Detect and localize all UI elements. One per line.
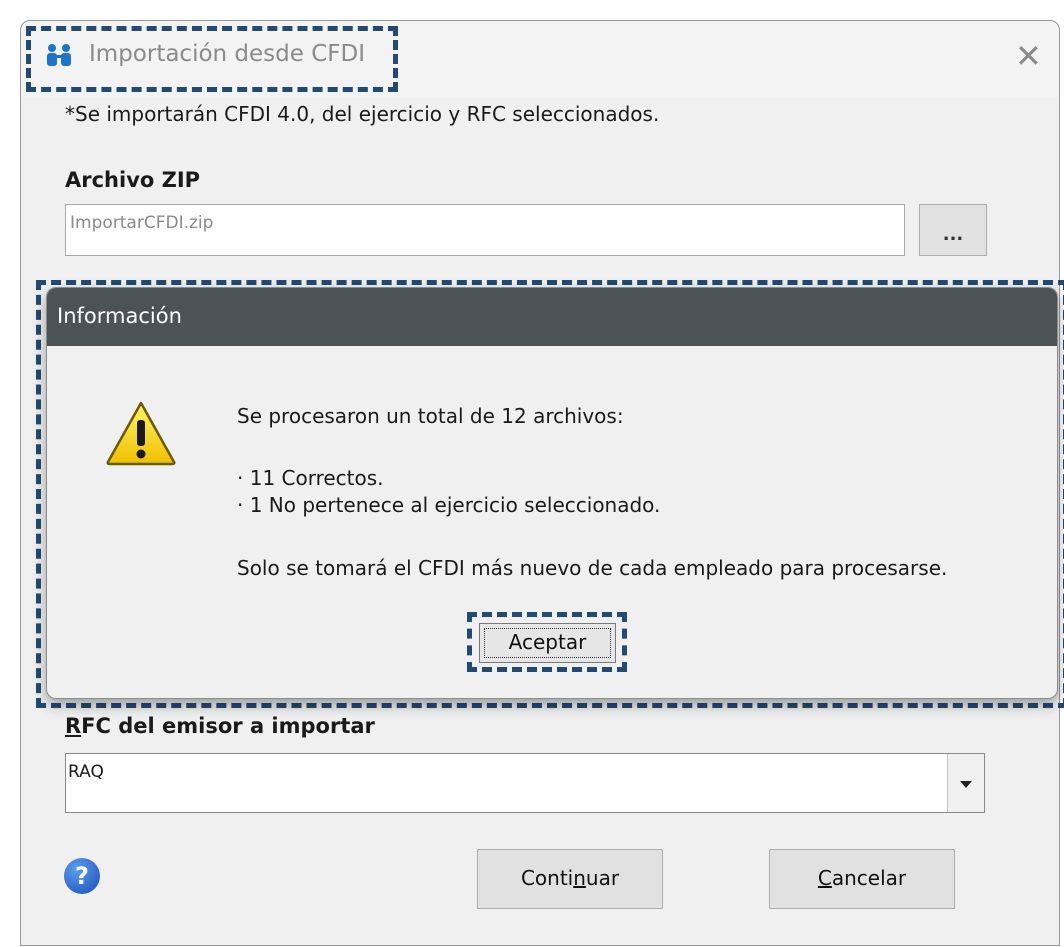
chevron-down-icon bbox=[960, 781, 972, 788]
accept-button[interactable]: Aceptar bbox=[479, 623, 616, 663]
rfc-label: RFC del emisor a importar bbox=[65, 714, 375, 738]
rfc-select[interactable]: RAQ bbox=[65, 753, 985, 813]
continue-label-post: uar bbox=[585, 866, 620, 890]
info-message-total: Se procesaron un total de 12 archivos: bbox=[237, 404, 624, 428]
warning-icon bbox=[106, 401, 176, 466]
info-dialog-titlebar: Información bbox=[47, 288, 1057, 346]
zip-file-input[interactable]: ImportarCFDI.zip bbox=[65, 204, 905, 256]
close-button[interactable]: ✕ bbox=[1015, 39, 1042, 73]
rfc-label-text: FC del emisor a importar bbox=[81, 714, 375, 738]
zip-file-label: Archivo ZIP bbox=[65, 168, 201, 192]
help-icon[interactable]: ? bbox=[64, 858, 100, 894]
info-message-other-year: · 1 No pertenece al ejercicio selecciona… bbox=[237, 493, 661, 517]
info-message-note: Solo se tomará el CFDI más nuevo de cada… bbox=[237, 556, 948, 580]
focus-ring bbox=[484, 628, 611, 658]
info-dialog-title: Información bbox=[57, 304, 182, 328]
info-dialog: Información Se procesaron un total de 12… bbox=[46, 287, 1058, 699]
cancel-label-accel: C bbox=[817, 866, 832, 890]
rfc-dropdown-button[interactable] bbox=[947, 754, 984, 812]
continue-button[interactable]: Continuar bbox=[477, 849, 663, 909]
import-note: *Se importarán CFDI 4.0, del ejercicio y… bbox=[65, 102, 660, 126]
rfc-select-value: RAQ bbox=[68, 762, 104, 782]
browse-button[interactable]: ... bbox=[919, 204, 987, 256]
continue-label-pre: Conti bbox=[520, 866, 574, 890]
window-titlebar: Importación desde CFDI ✕ bbox=[21, 21, 1059, 97]
rfc-label-accel: R bbox=[65, 714, 82, 738]
cancel-button[interactable]: Cancelar bbox=[769, 849, 955, 909]
window-title: Importación desde CFDI bbox=[89, 41, 365, 67]
continue-label-accel: n bbox=[573, 866, 586, 890]
info-message-correct: · 11 Correctos. bbox=[237, 466, 384, 490]
people-icon bbox=[47, 44, 71, 66]
cancel-label-rest: ancelar bbox=[831, 866, 907, 890]
